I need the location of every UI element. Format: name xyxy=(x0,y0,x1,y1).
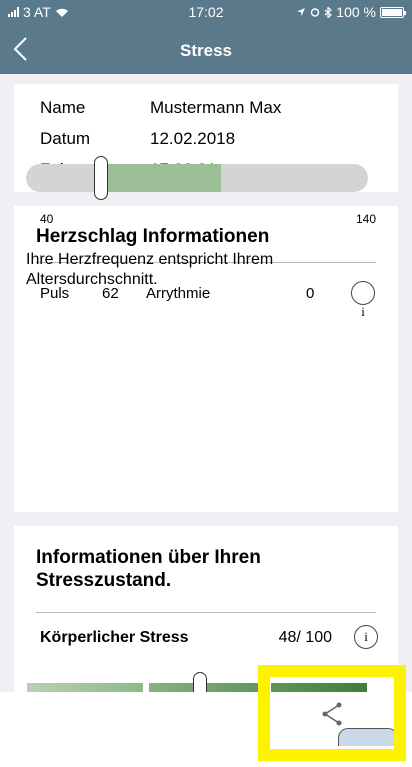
battery-icon xyxy=(380,6,406,18)
normal-range xyxy=(94,164,221,192)
slider-thumb xyxy=(94,156,109,200)
info-row-datum: Datum 12.02.2018 xyxy=(40,129,398,160)
app-screen: 3 AT 17:02 100 % Stress Name Mustermann … xyxy=(0,0,412,740)
info-row-name: Name Mustermann Max xyxy=(40,98,398,129)
info-value: 12.02.2018 xyxy=(150,129,236,148)
battery-label: 100 % xyxy=(336,4,376,20)
location-icon xyxy=(297,8,306,16)
info-value: Mustermann Max xyxy=(150,98,282,117)
stress-title: Informationen über Ihren Stresszustand. xyxy=(36,547,261,591)
heart-description: Ihre Herzfrequenz entspricht Ihrem Alter… xyxy=(26,251,274,288)
highlight-box xyxy=(258,665,406,761)
status-bar: 3 AT 17:02 100 % xyxy=(0,0,412,24)
scale-max: 140 xyxy=(356,212,377,226)
info-circle-icon[interactable]: i xyxy=(354,625,378,649)
koerperlich-value: 48/ 100 xyxy=(278,629,332,646)
koerperlich-label: Körperlicher Stress xyxy=(40,629,189,646)
heart-rate-slider xyxy=(26,156,368,200)
info-label: Datum xyxy=(40,129,91,148)
alarm-icon xyxy=(311,8,320,17)
page-title: Stress xyxy=(180,41,232,60)
bluetooth-icon xyxy=(324,6,333,18)
info-glyph: i xyxy=(364,629,368,644)
info-label: Name xyxy=(40,98,86,117)
status-right: 100 % xyxy=(296,4,406,20)
info-glyph: i xyxy=(361,304,365,319)
nav-bar: Stress xyxy=(0,24,412,74)
scale-min: 40 xyxy=(40,212,54,226)
koerperlich-row: Körperlicher Stress 48/ 100 i xyxy=(36,613,378,657)
